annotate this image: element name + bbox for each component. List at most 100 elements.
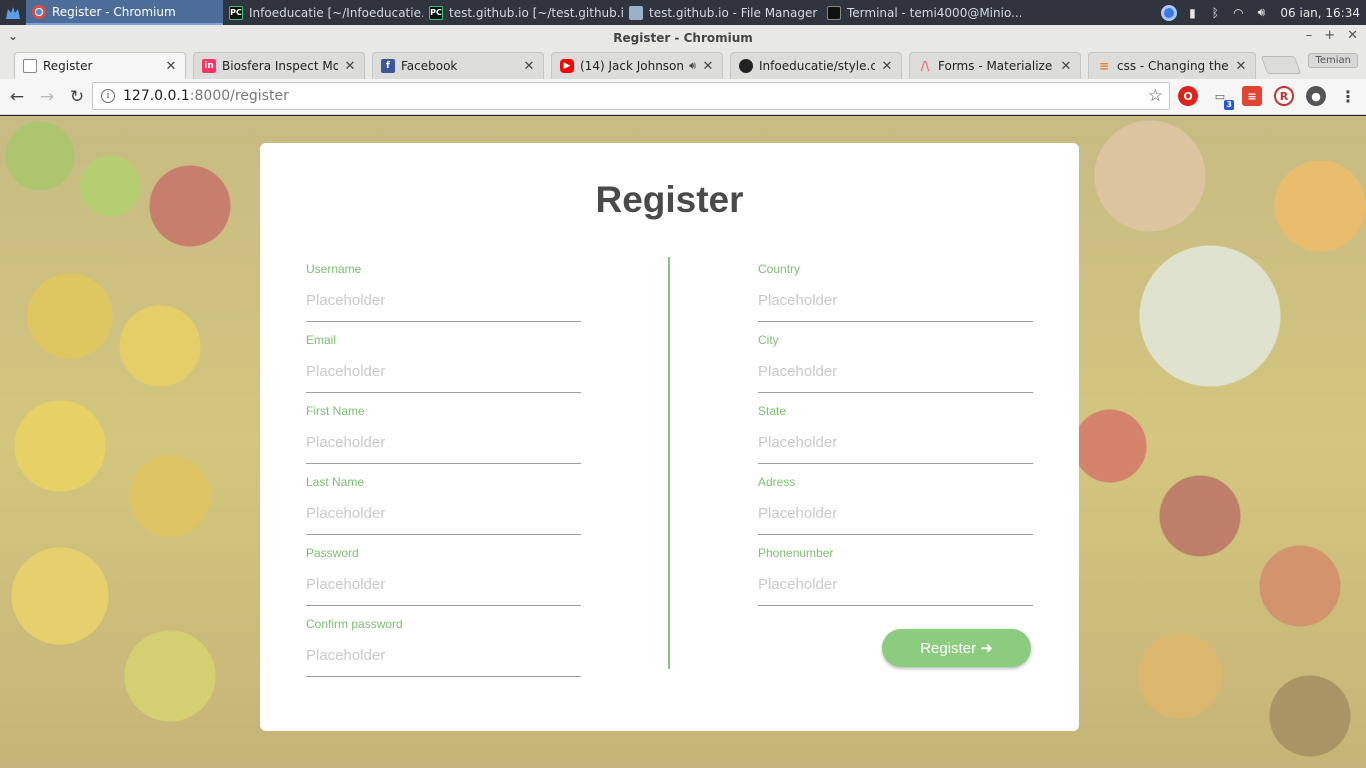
wifi-icon[interactable]: ◠	[1230, 5, 1246, 21]
tab-label: css - Changing the co	[1117, 59, 1229, 73]
register-button[interactable]: Register ➜	[882, 629, 1031, 667]
record-extension-icon[interactable]: ●	[1306, 86, 1326, 106]
tab-biosfera[interactable]: in Biosfera Inspect Mod ✕	[193, 52, 365, 79]
last-name-label: Last Name	[306, 475, 365, 489]
volume-icon[interactable]: 🔊︎	[1253, 5, 1269, 21]
tab-stackoverflow[interactable]: ≡ css - Changing the co ✕	[1088, 52, 1256, 79]
extensions-area: O ▭ 3 ≡ R ● ⋮	[1178, 86, 1358, 110]
state-field: State	[758, 404, 1033, 465]
last-name-input[interactable]	[306, 493, 581, 535]
back-icon[interactable]: ←	[4, 84, 30, 110]
country-label: Country	[758, 262, 801, 276]
github-icon	[739, 59, 753, 73]
address-field: Adress	[758, 475, 1033, 536]
pycharm-icon: PC	[429, 5, 443, 20]
taskbar-item-label: test.github.io [~/test.github.i...	[449, 5, 623, 20]
taskbar-item-pycharm-infoeducatie[interactable]: PC Infoeducatie [~/Infoeducatie...	[223, 0, 423, 25]
tab-close-icon[interactable]: ✕	[523, 59, 535, 74]
extension-badge: 3	[1224, 100, 1234, 110]
taskbar-item-terminal[interactable]: Terminal - temi4000@Minio...	[821, 0, 1021, 25]
tab-label: (14) Jack Johnson -	[580, 59, 684, 73]
email-label: Email	[306, 333, 337, 347]
tab-facebook[interactable]: f Facebook ✕	[372, 52, 544, 79]
first-name-field: First Name	[306, 404, 581, 465]
password-input[interactable]	[306, 564, 581, 606]
maximize-icon[interactable]: +	[1324, 28, 1335, 43]
tab-label: Register	[43, 59, 93, 73]
first-name-input[interactable]	[306, 422, 581, 464]
taskbar-item-file-manager[interactable]: test.github.io - File Manager	[623, 0, 821, 25]
tab-github[interactable]: Infoeducatie/style.css ✕	[730, 52, 902, 79]
password-label: Password	[306, 546, 359, 560]
tab-close-icon[interactable]: ✕	[344, 59, 356, 74]
password-field: Password	[306, 546, 581, 607]
forward-icon[interactable]: →	[34, 84, 60, 110]
taskbar-item-label: Terminal - temi4000@Minio...	[847, 5, 1021, 20]
country-field: Country	[758, 262, 1033, 323]
new-tab-button[interactable]	[1260, 56, 1302, 74]
bluetooth-icon[interactable]: ᛒ	[1207, 5, 1223, 21]
todoist-extension-icon[interactable]: ≡	[1242, 86, 1262, 106]
username-label: Username	[306, 262, 362, 276]
os-taskbar: Register - Chromium PC Infoeducatie [~/I…	[0, 0, 1366, 25]
tab-close-icon[interactable]: ✕	[881, 59, 893, 74]
browser-toolbar: ← → ↻ i 127.0.0.1:8000/register ☆ O ▭ 3 ≡…	[0, 79, 1366, 115]
confirm-password-input[interactable]	[306, 635, 581, 677]
stackoverflow-icon: ≡	[1098, 59, 1110, 73]
state-input[interactable]	[758, 422, 1033, 464]
city-label: City	[758, 333, 779, 347]
tab-close-icon[interactable]: ✕	[1060, 59, 1072, 74]
bookmark-star-icon[interactable]: ☆	[1148, 86, 1163, 106]
tab-youtube[interactable]: ▶ (14) Jack Johnson - 🔊︎ ✕	[551, 52, 723, 79]
email-input[interactable]	[306, 351, 581, 393]
site-info-icon[interactable]: i	[101, 89, 115, 103]
tab-close-icon[interactable]: ✕	[702, 59, 714, 74]
city-field: City	[758, 333, 1033, 394]
confirm-password-field: Confirm password	[306, 617, 581, 678]
profile-button[interactable]: Temian	[1308, 53, 1358, 68]
first-name-label: First Name	[306, 404, 365, 418]
tab-register[interactable]: Register ✕	[14, 52, 186, 79]
close-icon[interactable]: ✕	[1347, 28, 1358, 43]
tab-label: Facebook	[401, 59, 458, 73]
register-card: Register Username Email First Name Last …	[260, 143, 1079, 731]
state-label: State	[758, 404, 787, 418]
confirm-password-label: Confirm password	[306, 617, 403, 631]
chromium-icon	[32, 4, 46, 19]
tab-strip: Register ✕ in Biosfera Inspect Mod ✕ f F…	[0, 50, 1366, 79]
tab-close-icon[interactable]: ✕	[165, 59, 177, 74]
terminal-icon	[827, 5, 841, 20]
minimize-icon[interactable]: –	[1306, 28, 1313, 43]
folder-icon	[629, 5, 643, 20]
address-bar[interactable]: i 127.0.0.1:8000/register ☆	[92, 82, 1170, 110]
facebook-icon: f	[381, 59, 395, 73]
username-input[interactable]	[306, 280, 581, 322]
city-input[interactable]	[758, 351, 1033, 393]
clock[interactable]: 06 ian, 16:34	[1276, 6, 1360, 20]
tab-label: Forms - Materialize	[938, 59, 1053, 73]
tab-materialize[interactable]: /\ Forms - Materialize ✕	[909, 52, 1081, 79]
tab-label: Biosfera Inspect Mod	[222, 59, 338, 73]
monitor-extension-icon[interactable]: ▭ 3	[1210, 86, 1234, 110]
taskbar-item-chromium[interactable]: Register - Chromium	[26, 0, 223, 25]
opera-vpn-extension-icon[interactable]: O	[1178, 86, 1198, 106]
taskbar-item-label: test.github.io - File Manager	[649, 5, 818, 20]
audio-playing-icon[interactable]: 🔊︎	[689, 59, 696, 73]
browser-menu-icon[interactable]: ⋮	[1338, 86, 1358, 106]
country-input[interactable]	[758, 280, 1033, 322]
phone-number-input[interactable]	[758, 564, 1033, 606]
readability-extension-icon[interactable]: R	[1274, 86, 1294, 106]
window-title: Register - Chromium	[613, 30, 753, 45]
chromium-tray-icon[interactable]	[1161, 4, 1178, 21]
taskbar-item-pycharm-test[interactable]: PC test.github.io [~/test.github.i...	[423, 0, 623, 25]
battery-icon[interactable]: ▮	[1184, 5, 1200, 21]
address-input[interactable]	[758, 493, 1033, 535]
window-menu-icon[interactable]: ⌄	[8, 29, 18, 43]
window-titlebar: ⌄ Register - Chromium – + ✕	[0, 25, 1366, 50]
taskbar-item-label: Infoeducatie [~/Infoeducatie...	[249, 5, 423, 20]
phone-number-field: Phonenumber	[758, 546, 1033, 607]
tab-close-icon[interactable]: ✕	[1235, 59, 1247, 74]
reload-icon[interactable]: ↻	[64, 84, 90, 110]
page-icon	[23, 59, 37, 73]
app-launcher-icon[interactable]	[0, 0, 26, 25]
